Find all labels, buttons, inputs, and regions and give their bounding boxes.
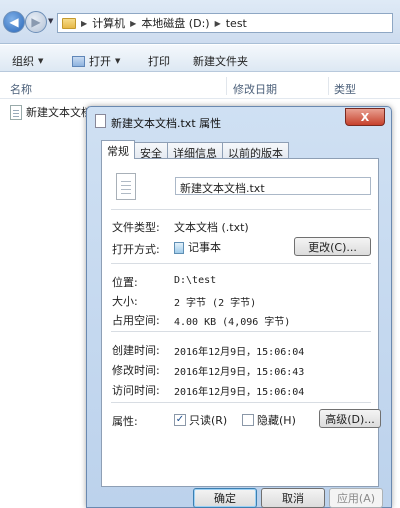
forward-button[interactable]: ▶ — [25, 11, 47, 33]
open-with-label: 打开方式: — [112, 243, 160, 256]
open-button[interactable]: 打开 ▼ — [72, 53, 120, 69]
general-panel: 新建文本文档.txt 文件类型: 文本文档 (.txt) 打开方式: 记事本 更… — [101, 158, 381, 487]
created-label: 创建时间: — [112, 344, 160, 357]
ok-button[interactable]: 确定 — [193, 488, 257, 508]
chevron-right-icon[interactable]: ▶ — [215, 19, 221, 28]
column-headers: 名称 修改日期 类型 — [0, 73, 400, 99]
folder-icon — [62, 17, 76, 29]
print-label: 打印 — [148, 55, 170, 68]
file-type-value: 文本文档 (.txt) — [174, 221, 249, 234]
accessed-label: 访问时间: — [112, 384, 160, 397]
chevron-right-icon[interactable]: ▶ — [81, 19, 87, 28]
checkbox-checked-icon: ✓ — [174, 414, 186, 426]
notepad-icon — [174, 242, 184, 254]
breadcrumb-folder[interactable]: test — [226, 17, 247, 30]
organize-button[interactable]: 组织 ▼ — [12, 53, 43, 69]
open-with-value: 记事本 — [174, 239, 221, 255]
size-on-disk-label: 占用空间: — [112, 314, 160, 327]
open-label: 打开 — [89, 55, 111, 68]
filename-input[interactable]: 新建文本文档.txt — [175, 177, 371, 195]
modified-value: 2016年12月9日，15:06:43 — [174, 367, 305, 378]
address-bar-area: ◀ ▶ ▼ ▶ 计算机 ▶ 本地磁盘 (D:) ▶ test — [0, 0, 400, 44]
created-value: 2016年12月9日，15:06:04 — [174, 347, 305, 358]
text-file-icon — [95, 114, 106, 128]
apply-button[interactable]: 应用(A) — [329, 488, 383, 508]
breadcrumb-computer[interactable]: 计算机 — [92, 15, 125, 31]
properties-dialog: 新建文本文档.txt 属性 X 常规 安全 详细信息 以前的版本 新建文本文档.… — [86, 106, 392, 508]
column-modified[interactable]: 修改日期 — [233, 81, 277, 97]
divider — [111, 402, 371, 403]
size-value: 2 字节 (2 字节) — [174, 298, 257, 309]
cancel-button[interactable]: 取消 — [261, 488, 325, 508]
modified-label: 修改时间: — [112, 364, 160, 377]
text-file-icon — [10, 104, 22, 120]
location-label: 位置: — [112, 276, 138, 289]
readonly-checkbox[interactable]: ✓ 只读(R) — [174, 412, 227, 428]
open-with-app: 记事本 — [188, 241, 221, 254]
column-name[interactable]: 名称 — [10, 81, 32, 97]
breadcrumb-drive[interactable]: 本地磁盘 (D:) — [141, 15, 209, 31]
column-divider[interactable] — [226, 77, 227, 95]
new-folder-button[interactable]: 新建文件夹 — [193, 53, 248, 69]
file-type-label: 文件类型: — [112, 221, 160, 234]
checkbox-unchecked-icon — [242, 414, 254, 426]
new-folder-label: 新建文件夹 — [193, 55, 248, 68]
readonly-label: 只读(R) — [189, 414, 228, 427]
back-button[interactable]: ◀ — [3, 11, 25, 33]
text-file-icon — [116, 173, 136, 200]
tab-general[interactable]: 常规 — [101, 140, 135, 159]
close-icon: X — [360, 110, 370, 124]
tab-security[interactable]: 安全 — [134, 142, 168, 160]
hidden-checkbox[interactable]: 隐藏(H) — [242, 412, 296, 428]
open-icon — [72, 55, 85, 67]
hidden-label: 隐藏(H) — [257, 414, 296, 427]
chevron-down-icon: ▼ — [38, 57, 44, 65]
print-button[interactable]: 打印 — [148, 53, 170, 69]
history-dropdown-icon[interactable]: ▼ — [48, 17, 53, 25]
divider — [111, 331, 371, 332]
column-type[interactable]: 类型 — [334, 81, 356, 97]
organize-label: 组织 — [12, 55, 34, 68]
command-bar: 组织 ▼ 打开 ▼ 打印 新建文件夹 — [0, 45, 400, 72]
tab-previous-versions[interactable]: 以前的版本 — [222, 142, 289, 160]
dialog-tabs: 常规 安全 详细信息 以前的版本 — [101, 140, 289, 160]
arrow-right-icon: ▶ — [31, 15, 41, 29]
size-on-disk-value: 4.00 KB (4,096 字节) — [174, 317, 291, 328]
dialog-titlebar[interactable]: 新建文本文档.txt 属性 X — [87, 107, 391, 135]
chevron-down-icon: ▼ — [115, 57, 121, 65]
divider — [111, 263, 371, 264]
tab-details[interactable]: 详细信息 — [167, 142, 223, 160]
change-button[interactable]: 更改(C)... — [294, 237, 371, 256]
close-button[interactable]: X — [345, 108, 385, 126]
address-box[interactable]: ▶ 计算机 ▶ 本地磁盘 (D:) ▶ test — [57, 13, 393, 33]
accessed-value: 2016年12月9日，15:06:04 — [174, 387, 305, 398]
advanced-button[interactable]: 高级(D)... — [319, 409, 381, 428]
chevron-right-icon[interactable]: ▶ — [130, 19, 136, 28]
attributes-label: 属性: — [112, 415, 138, 428]
size-label: 大小: — [112, 295, 138, 308]
arrow-left-icon: ◀ — [9, 15, 19, 29]
location-value: D:\test — [174, 275, 217, 286]
divider — [111, 209, 371, 210]
dialog-title: 新建文本文档.txt 属性 — [111, 117, 222, 130]
column-divider[interactable] — [328, 77, 329, 95]
